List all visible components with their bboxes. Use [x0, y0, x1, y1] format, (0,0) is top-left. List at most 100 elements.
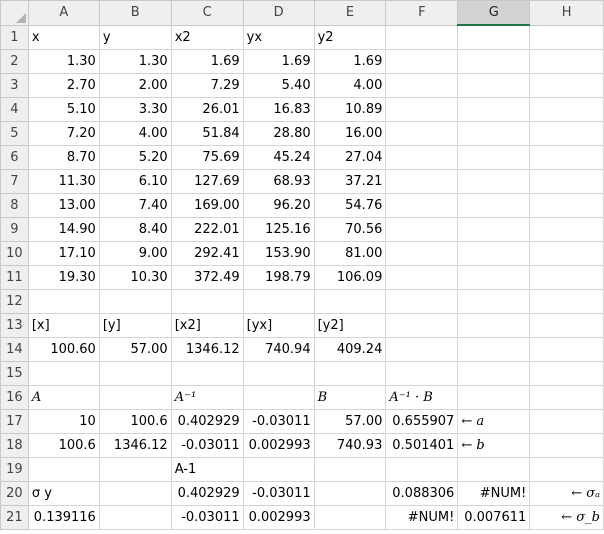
cell-h15[interactable] [529, 360, 604, 386]
cell-d14[interactable]: 740.94 [242, 336, 315, 362]
cell-g14[interactable] [457, 336, 531, 362]
cell-a15[interactable] [27, 360, 100, 386]
cell-a8[interactable]: 13.00 [27, 192, 100, 218]
column-header-d[interactable]: D [242, 0, 315, 26]
cell-c19[interactable]: A-1 [170, 456, 244, 482]
column-header-a[interactable]: A [27, 0, 100, 26]
cell-e2[interactable]: 1.69 [313, 48, 387, 74]
cell-g7[interactable] [457, 168, 531, 194]
cell-b9[interactable]: 8.40 [98, 216, 172, 242]
row-header-15[interactable]: 15 [0, 360, 29, 386]
cell-e6[interactable]: 27.04 [313, 144, 387, 170]
cell-g12[interactable] [457, 288, 531, 314]
cell-a11[interactable]: 19.30 [27, 264, 100, 290]
row-header-17[interactable]: 17 [0, 408, 29, 434]
cell-e3[interactable]: 4.00 [313, 72, 387, 98]
cell-c15[interactable] [170, 360, 244, 386]
cell-h13[interactable] [529, 312, 604, 338]
row-header-14[interactable]: 14 [0, 336, 29, 362]
column-header-g[interactable]: G [457, 0, 531, 26]
cell-f11[interactable] [385, 264, 459, 290]
cell-a6[interactable]: 8.70 [27, 144, 100, 170]
cell-f9[interactable] [385, 216, 459, 242]
column-header-c[interactable]: C [170, 0, 244, 26]
cell-g11[interactable] [457, 264, 531, 290]
cell-f4[interactable] [385, 96, 459, 122]
cell-d13[interactable]: [yx] [242, 312, 315, 338]
cell-f12[interactable] [385, 288, 459, 314]
cell-h11[interactable] [529, 264, 604, 290]
cell-d18[interactable]: 0.002993 [242, 432, 315, 458]
cell-d17[interactable]: -0.03011 [242, 408, 315, 434]
cell-e10[interactable]: 81.00 [313, 240, 387, 266]
cell-h10[interactable] [529, 240, 604, 266]
cell-h21[interactable]: ← σ_b [529, 504, 604, 530]
cell-b11[interactable]: 10.30 [98, 264, 172, 290]
cell-f5[interactable] [385, 120, 459, 146]
cell-d15[interactable] [242, 360, 315, 386]
cell-d21[interactable]: 0.002993 [242, 504, 315, 530]
cell-d8[interactable]: 96.20 [242, 192, 315, 218]
column-header-b[interactable]: B [98, 0, 172, 26]
cell-g9[interactable] [457, 216, 531, 242]
column-header-f[interactable]: F [385, 0, 459, 26]
cell-h14[interactable] [529, 336, 604, 362]
row-header-7[interactable]: 7 [0, 168, 29, 194]
cell-h18[interactable] [529, 432, 604, 458]
select-all-corner[interactable] [0, 0, 29, 26]
cell-c4[interactable]: 26.01 [170, 96, 244, 122]
cell-a21[interactable]: 0.139116 [27, 504, 100, 530]
cell-a2[interactable]: 1.30 [27, 48, 100, 74]
cell-g13[interactable] [457, 312, 531, 338]
cell-d5[interactable]: 28.80 [242, 120, 315, 146]
cell-b12[interactable] [98, 288, 172, 314]
cell-f2[interactable] [385, 48, 459, 74]
cell-a4[interactable]: 5.10 [27, 96, 100, 122]
cell-a20[interactable]: σ y [27, 480, 100, 506]
cell-c10[interactable]: 292.41 [170, 240, 244, 266]
cell-a18[interactable]: 100.6 [27, 432, 100, 458]
cell-a1[interactable]: x [27, 24, 100, 50]
cell-g1[interactable] [457, 24, 531, 50]
cell-c16[interactable]: A⁻¹ [170, 384, 244, 410]
row-header-3[interactable]: 3 [0, 72, 29, 98]
cell-b10[interactable]: 9.00 [98, 240, 172, 266]
cell-d19[interactable] [242, 456, 315, 482]
cell-e1[interactable]: y2 [313, 24, 387, 50]
cell-e21[interactable] [313, 504, 387, 530]
cell-d9[interactable]: 125.16 [242, 216, 315, 242]
cell-g8[interactable] [457, 192, 531, 218]
cell-h12[interactable] [529, 288, 604, 314]
cell-a16[interactable]: A [27, 384, 100, 410]
cell-a13[interactable]: [x] [27, 312, 100, 338]
cell-b15[interactable] [98, 360, 172, 386]
cell-h5[interactable] [529, 120, 604, 146]
cell-f6[interactable] [385, 144, 459, 170]
row-header-6[interactable]: 6 [0, 144, 29, 170]
row-header-9[interactable]: 9 [0, 216, 29, 242]
cell-h16[interactable] [529, 384, 604, 410]
cell-g21[interactable]: 0.007611 [457, 504, 531, 530]
cell-f3[interactable] [385, 72, 459, 98]
cell-f14[interactable] [385, 336, 459, 362]
cell-e18[interactable]: 740.93 [313, 432, 387, 458]
row-header-4[interactable]: 4 [0, 96, 29, 122]
cell-f15[interactable] [385, 360, 459, 386]
cell-c21[interactable]: -0.03011 [170, 504, 244, 530]
cell-a9[interactable]: 14.90 [27, 216, 100, 242]
cell-a3[interactable]: 2.70 [27, 72, 100, 98]
cell-e4[interactable]: 10.89 [313, 96, 387, 122]
cell-e7[interactable]: 37.21 [313, 168, 387, 194]
cell-g18[interactable]: ← b [457, 432, 531, 458]
cell-e9[interactable]: 70.56 [313, 216, 387, 242]
cell-e8[interactable]: 54.76 [313, 192, 387, 218]
cell-h7[interactable] [529, 168, 604, 194]
column-header-h[interactable]: H [529, 0, 604, 26]
row-header-18[interactable]: 18 [0, 432, 29, 458]
cell-c18[interactable]: -0.03011 [170, 432, 244, 458]
cell-c9[interactable]: 222.01 [170, 216, 244, 242]
cell-f17[interactable]: 0.655907 [385, 408, 459, 434]
cell-f13[interactable] [385, 312, 459, 338]
row-header-12[interactable]: 12 [0, 288, 29, 314]
cell-g2[interactable] [457, 48, 531, 74]
